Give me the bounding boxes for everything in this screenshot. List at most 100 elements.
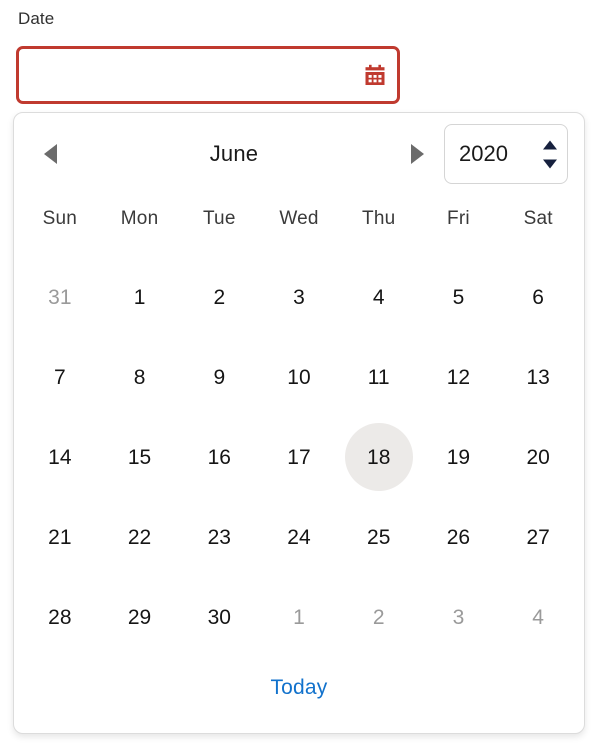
day-label: 9 [213,365,226,389]
day-cell[interactable]: 20 [498,417,578,497]
day-cell[interactable]: 16 [179,417,259,497]
next-month-button[interactable] [396,133,438,175]
day-cell[interactable]: 26 [419,497,499,577]
day-label: 3 [293,285,305,309]
year-decrement-button[interactable] [541,158,559,170]
day-cell[interactable]: 30 [179,577,259,657]
weekday-label-sun: Sun [42,208,78,229]
day-cell[interactable]: 1 [100,257,180,337]
day-grid: 31 1 2 3 4 5 6 7 8 9 10 11 12 13 14 15 16 17 18 19 20 21 22 23 2… [14,257,584,657]
weekday-label-tue: Tue [202,208,236,229]
day-cell[interactable]: 17 [259,417,339,497]
day-cell[interactable]: 23 [179,497,259,577]
day-label: 30 [207,605,231,629]
day-label: 12 [446,365,471,389]
day-label: 27 [526,525,550,549]
today-button[interactable]: Today [262,672,335,704]
day-cell[interactable]: 31 [20,257,100,337]
day-cell[interactable]: 29 [100,577,180,657]
day-cell[interactable]: 3 [419,577,499,657]
day-cell[interactable]: 2 [339,577,419,657]
day-cell[interactable]: 13 [498,337,578,417]
month-label: June [209,141,259,166]
day-cell[interactable]: 9 [179,337,259,417]
field-label: Date [18,9,55,28]
date-input[interactable] [19,49,353,101]
day-label: 22 [127,525,152,549]
date-picker-screen: Date June 2020 Sun Mon Tue Wed Thu Fri S… [0,0,598,746]
day-cell[interactable]: 4 [339,257,419,337]
day-label: 26 [446,525,471,549]
triangle-down-icon [542,159,558,169]
day-cell[interactable]: 24 [259,497,339,577]
day-label: 8 [133,365,146,389]
day-cell[interactable]: 25 [339,497,419,577]
year-spinner [533,125,567,183]
calendar-panel: June 2020 Sun Mon Tue Wed Thu Fri Sat 31… [13,112,585,734]
day-label: 2 [213,285,226,309]
weekday-header-row: Sun Mon Tue Wed Thu Fri Sat [14,195,584,243]
day-label: 1 [293,605,305,629]
calendar-icon [363,63,387,87]
day-cell[interactable]: 6 [498,257,578,337]
day-label: 18 [344,423,413,491]
date-field[interactable] [16,46,400,104]
day-label: 23 [207,525,231,549]
day-label: 4 [372,285,385,309]
day-cell[interactable]: 11 [339,337,419,417]
day-label: 7 [54,365,66,389]
triangle-right-icon [408,143,426,165]
year-field[interactable] [444,124,568,184]
day-label: 20 [526,445,550,469]
day-label: 11 [367,365,390,389]
day-cell[interactable]: 21 [20,497,100,577]
day-label: 4 [532,605,544,629]
weekday-label-thu: Thu [362,208,396,229]
day-cell[interactable]: 27 [498,497,578,577]
day-label: 21 [48,525,72,549]
calendar-icon-button[interactable] [353,49,397,101]
day-label: 16 [207,445,231,469]
day-cell[interactable]: 4 [498,577,578,657]
day-cell[interactable]: 5 [419,257,499,337]
triangle-left-icon [42,143,60,165]
day-cell[interactable]: 12 [419,337,499,417]
day-label: 24 [287,525,311,549]
day-label: 1 [133,285,146,309]
day-label: 19 [446,445,471,469]
triangle-up-icon [542,140,558,150]
day-label: 28 [48,605,72,629]
day-label: 14 [48,445,72,469]
day-label: 13 [526,365,550,389]
day-label: 15 [127,445,152,469]
day-cell[interactable]: 19 [419,417,499,497]
day-cell[interactable]: 15 [100,417,180,497]
day-cell[interactable]: 3 [259,257,339,337]
day-cell[interactable]: 7 [20,337,100,417]
year-increment-button[interactable] [541,139,559,151]
day-cell[interactable]: 1 [259,577,339,657]
previous-month-button[interactable] [30,133,72,175]
day-cell[interactable]: 10 [259,337,339,417]
day-label: 10 [287,365,311,389]
day-label: 2 [372,605,385,629]
weekday-label-mon: Mon [120,208,159,229]
day-label: 3 [452,605,465,629]
day-label: 25 [367,525,391,549]
day-cell[interactable]: 28 [20,577,100,657]
day-cell[interactable]: 18 [339,417,419,497]
day-cell[interactable]: 14 [20,417,100,497]
day-label: 6 [532,285,544,309]
day-cell[interactable]: 2 [179,257,259,337]
day-cell[interactable]: 22 [100,497,180,577]
weekday-label-fri: Fri [447,208,470,229]
day-label: 31 [48,285,72,309]
year-input[interactable] [445,140,533,168]
day-label: 5 [452,285,465,309]
weekday-label-wed: Wed [279,208,319,229]
day-label: 29 [127,605,152,629]
calendar-footer: Today [14,657,584,719]
weekday-label-sat: Sat [523,208,553,229]
day-label: 17 [287,445,311,469]
day-cell[interactable]: 8 [100,337,180,417]
